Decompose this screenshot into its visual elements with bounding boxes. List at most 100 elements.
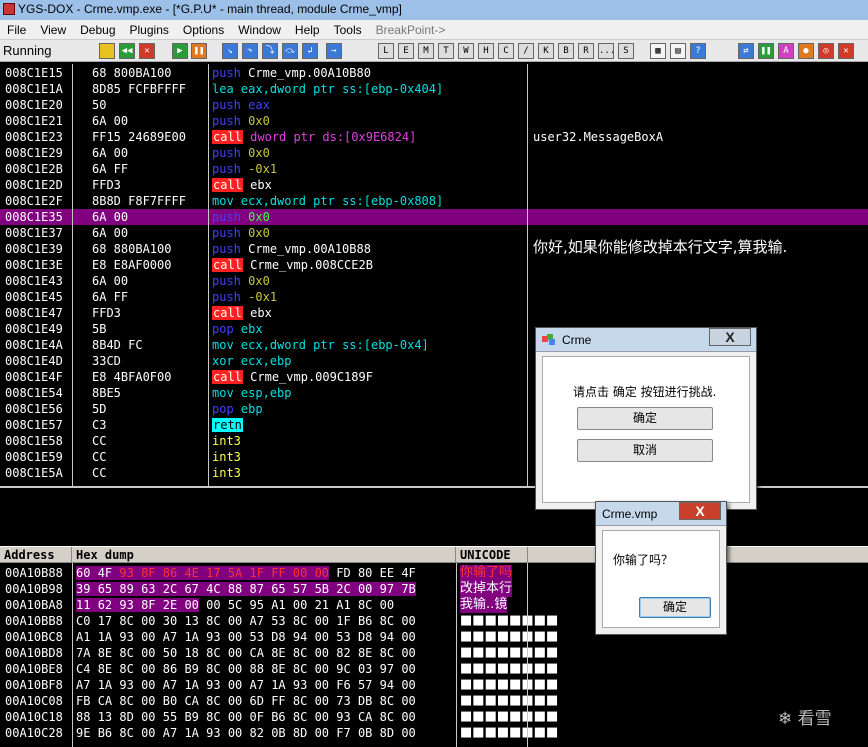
dump-row[interactable]: 00A10BA8 11 62 93 8F 2E 00 00 5C 95 A1 00…	[0, 597, 868, 613]
mnemonic: push	[212, 114, 241, 128]
disasm-row[interactable]: 008C1E23 FF15 24689E00 call dword ptr ds:[…	[0, 129, 868, 145]
mnemonic: push	[212, 290, 241, 304]
cancel-button[interactable]: 取消	[577, 439, 713, 462]
menu-view[interactable]: View	[33, 20, 73, 40]
window-button-6[interactable]: C	[498, 43, 514, 59]
dump-row[interactable]: 00A10C28 9E B6 8C 00 A7 1A 93 00 82 0B 8D…	[0, 725, 868, 741]
trace-over-icon[interactable]: ⤼	[282, 43, 298, 59]
disasm-row[interactable]: 008C1E2B 6A FF push -0x1	[0, 161, 868, 177]
instruction-text: push 0x0	[212, 145, 270, 161]
operands: dword ptr ds:[0x9E6824]	[250, 130, 417, 144]
windows-icon[interactable]: ▤	[670, 43, 686, 59]
dump-address: 00A10BF8	[5, 678, 63, 692]
grid-icon[interactable]: ▦	[650, 43, 666, 59]
window-button-8[interactable]: K	[538, 43, 554, 59]
window-button-1[interactable]: E	[398, 43, 414, 59]
disasm-row[interactable]: 008C1E1A 8D85 FCFBFFFF lea eax,dword ptr s…	[0, 81, 868, 97]
operands: ebp	[240, 402, 263, 416]
close-button[interactable]: X	[709, 328, 751, 346]
step-into-icon[interactable]: ↘	[222, 43, 238, 59]
instruction-bytes: 6A 00	[92, 146, 129, 160]
disasm-row[interactable]: 008C1E35 6A 00 push 0x0	[0, 209, 868, 225]
circle-icon[interactable]: ●	[798, 43, 814, 59]
mnemonic: pop	[212, 402, 234, 416]
dump-row[interactable]: 00A10B98 39 65 89 63 2C 67 4C 88 87 65 57…	[0, 581, 868, 597]
menu-file[interactable]: File	[0, 20, 33, 40]
refresh-icon[interactable]: ⇄	[738, 43, 754, 59]
window-button-3[interactable]: T	[438, 43, 454, 59]
run-icon[interactable]: ▶	[172, 43, 188, 59]
ok-button[interactable]: 确定	[577, 407, 713, 430]
rewind-icon[interactable]: ◀◀	[119, 43, 135, 59]
window-button-12[interactable]: S	[618, 43, 634, 59]
execute-till-return-icon[interactable]: ↲	[302, 43, 318, 59]
step-over-icon[interactable]: ↷	[242, 43, 258, 59]
dump-byte: 1F	[249, 566, 264, 580]
close-button[interactable]: X	[679, 502, 721, 520]
dump-byte: 00	[401, 726, 416, 740]
disasm-row[interactable]: 008C1E39 68 880BA100 push Crme_vmp.00A10B8…	[0, 239, 868, 257]
hex-dump-pane[interactable]: 00A10B88 60 4F 93 8F 86 4E 17 5A 1F FF 00…	[0, 563, 868, 747]
a-icon[interactable]: A	[778, 43, 794, 59]
menu-help[interactable]: Help	[288, 20, 327, 40]
disasm-row[interactable]: 008C1E2D FFD3 call ebx	[0, 177, 868, 193]
menu-breakpoint[interactable]: BreakPoint->	[369, 20, 453, 40]
hex-column-header[interactable]: Hex dump	[72, 547, 456, 563]
help-icon[interactable]: ?	[690, 43, 706, 59]
instruction-address: 008C1E5A	[5, 466, 63, 480]
dump-row[interactable]: 00A10BF8 A7 1A 93 00 A7 1A 93 00 A7 1A 93…	[0, 677, 868, 693]
close-program-icon[interactable]: ✕	[139, 43, 155, 59]
dump-byte: 93	[292, 678, 308, 692]
disasm-row[interactable]: 008C1E15 68 800BA100 push Crme_vmp.00A10B8…	[0, 65, 868, 81]
dump-row[interactable]: 00A10C08 FB CA 8C 00 B0 CA 8C 00 6D FF 8C…	[0, 693, 868, 709]
menu-debug[interactable]: Debug	[73, 20, 122, 40]
trace-into-icon[interactable]: ⤵	[262, 43, 278, 59]
dump-row[interactable]: 00A10B88 60 4F 93 8F 86 4E 17 5A 1F FF 00…	[0, 565, 868, 581]
ok-button[interactable]: 确定	[639, 597, 711, 618]
window-button-0[interactable]: L	[378, 43, 394, 59]
window-button-7[interactable]: /	[518, 43, 534, 59]
dump-byte: 00	[314, 726, 330, 740]
disasm-row[interactable]: 008C1E2F 8B8D F8F7FFFF mov ecx,dword ptr s…	[0, 193, 868, 209]
menu-plugins[interactable]: Plugins	[123, 20, 176, 40]
disasm-row[interactable]: 008C1E43 6A 00 push 0x0	[0, 273, 868, 289]
window-button-11[interactable]: ...	[598, 43, 614, 59]
target-icon[interactable]: ◎	[818, 43, 834, 59]
dump-row[interactable]: 00A10BD8 7A 8E 8C 00 50 18 8C 00 CA 8E 8C…	[0, 645, 868, 661]
menu-options[interactable]: Options	[176, 20, 231, 40]
pause-green-icon[interactable]: ❚❚	[758, 43, 774, 59]
disasm-row[interactable]: 008C1E29 6A 00 push 0x0	[0, 145, 868, 161]
window-button-4[interactable]: W	[458, 43, 474, 59]
instruction-text: call ebx	[212, 305, 272, 321]
window-button-2[interactable]: M	[418, 43, 434, 59]
window-button-10[interactable]: R	[578, 43, 594, 59]
operands: ebx	[250, 178, 272, 192]
window-button-5[interactable]: H	[478, 43, 494, 59]
unicode-column-header[interactable]: UNICODE	[456, 547, 528, 563]
dump-row[interactable]: 00A10C18 88 13 8D 00 55 B9 8C 00 0F B6 8C…	[0, 709, 868, 725]
disasm-row[interactable]: 008C1E20 50 push eax	[0, 97, 868, 113]
window-button-9[interactable]: B	[558, 43, 574, 59]
open-icon[interactable]	[99, 43, 115, 59]
dump-byte: 53	[336, 630, 351, 644]
dump-row[interactable]: 00A10BB8 C0 17 8C 00 30 13 8C 00 A7 53 8C…	[0, 613, 868, 629]
goto-icon[interactable]: →	[326, 43, 342, 59]
instruction-bytes: 68 880BA100	[92, 242, 172, 256]
address-column-header[interactable]: Address	[0, 547, 72, 563]
dump-byte: FF	[271, 566, 286, 580]
disasm-row[interactable]: 008C1E45 6A FF push -0x1	[0, 289, 868, 305]
dump-byte: 8C	[379, 646, 395, 660]
disasm-row[interactable]: 008C1E21 6A 00 push 0x0	[0, 113, 868, 129]
menu-tools[interactable]: Tools	[327, 20, 369, 40]
instruction-text: push -0x1	[212, 289, 277, 305]
disasm-row[interactable]: 008C1E47 FFD3 call ebx	[0, 305, 868, 321]
instruction-address: 008C1E39	[5, 242, 63, 256]
mnemonic: push	[212, 226, 241, 240]
pause-icon[interactable]: ❚❚	[191, 43, 207, 59]
dump-row[interactable]: 00A10BE8 C4 8E 8C 00 86 B9 8C 00 88 8E 8C…	[0, 661, 868, 677]
dump-row[interactable]: 00A10BC8 A1 1A 93 00 A7 1A 93 00 53 D8 94…	[0, 629, 868, 645]
exit-icon[interactable]: ✕	[838, 43, 854, 59]
disasm-row[interactable]: 008C1E3E E8 E8AF0000 call Crme_vmp.008CCE2…	[0, 257, 868, 273]
menu-window[interactable]: Window	[231, 20, 288, 40]
dump-byte: 00	[357, 582, 373, 596]
